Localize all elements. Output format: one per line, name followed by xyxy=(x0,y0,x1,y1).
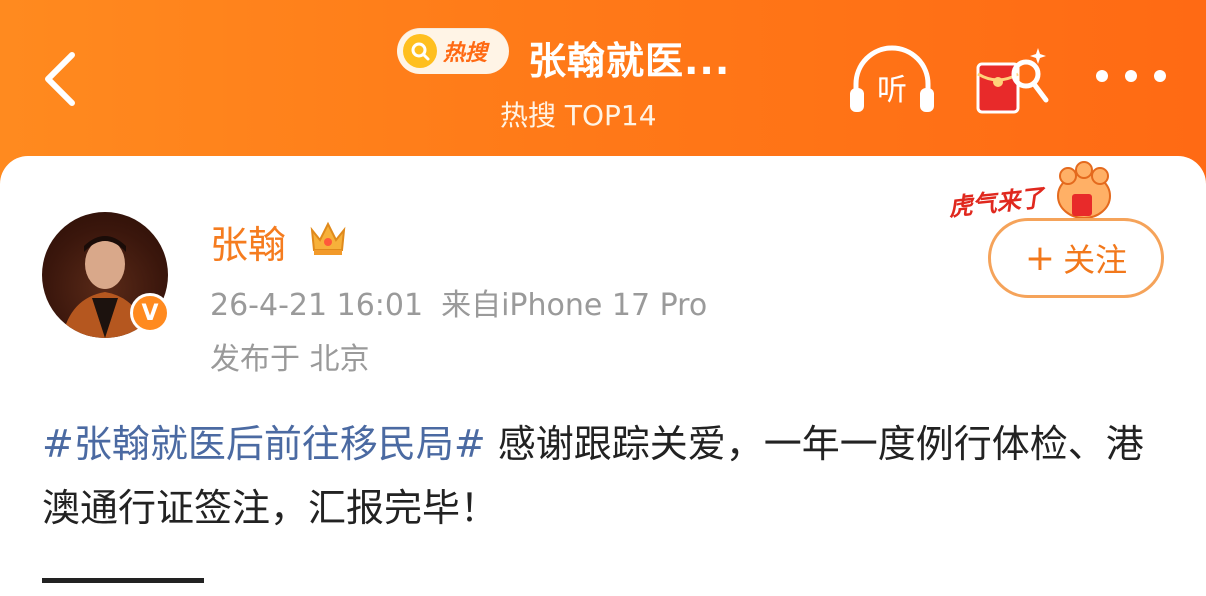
more-dot xyxy=(1154,70,1166,82)
red-envelope-search-icon xyxy=(976,48,1049,114)
post-source: 来自iPhone 17 Pro xyxy=(441,288,708,323)
headphones-icon: 听 xyxy=(850,45,934,112)
plus-icon: + xyxy=(1024,237,1056,279)
hot-search-badge[interactable]: 热搜 xyxy=(397,28,509,74)
media-thumbnail-edge[interactable] xyxy=(42,578,204,583)
follow-button[interactable]: + 关注 xyxy=(988,218,1164,298)
post-content: #张翰就医后前往移民局# 感谢跟踪关爱，一年一度例行体检、港澳通行证签注，汇报完… xyxy=(42,412,1152,540)
red-envelope-button[interactable] xyxy=(966,40,1058,120)
more-dot xyxy=(1125,70,1137,82)
follow-label: 关注 xyxy=(1063,241,1128,279)
page-title: 张翰就医... xyxy=(528,39,731,83)
crown-icon xyxy=(310,221,346,255)
more-dot xyxy=(1096,70,1108,82)
hashtag-link[interactable]: #张翰就医后前往移民局# xyxy=(42,422,486,466)
hot-rank-subtitle: 热搜 TOP14 xyxy=(500,99,657,132)
listen-label: 听 xyxy=(877,73,907,108)
post-location: 发布于 北京 xyxy=(210,342,370,377)
tiger-sticker-icon: 虎气来了 xyxy=(947,161,1111,222)
back-button[interactable] xyxy=(30,44,90,114)
more-options-button[interactable] xyxy=(1096,56,1166,96)
search-icon xyxy=(403,34,437,68)
chevron-left-icon xyxy=(45,52,75,106)
post-date: 26-4-21 16:01 xyxy=(210,288,424,323)
listen-button[interactable]: 听 xyxy=(846,42,938,122)
author-name[interactable]: 张翰 xyxy=(210,214,286,267)
badge-label: 热搜 xyxy=(443,41,488,66)
post-meta: 26-4-21 16:01 来自iPhone 17 Pro xyxy=(210,280,707,324)
verified-badge-icon: V xyxy=(130,293,170,333)
sticker-text: 虎气来了 xyxy=(947,183,1048,221)
